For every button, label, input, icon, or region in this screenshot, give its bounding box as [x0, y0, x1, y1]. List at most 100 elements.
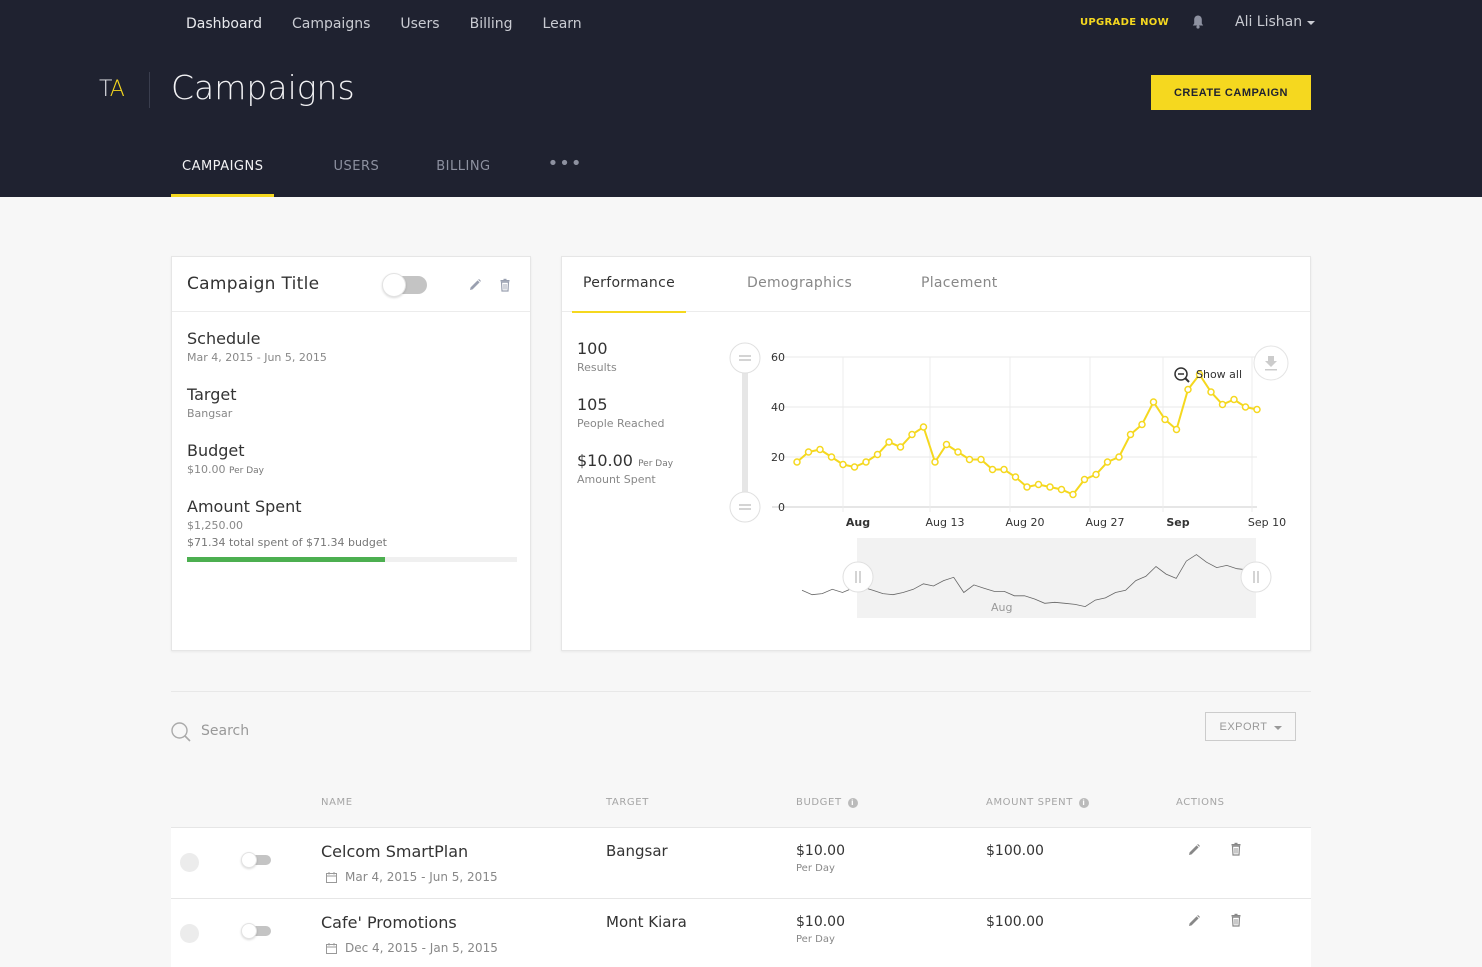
pencil-icon[interactable] — [1187, 914, 1201, 928]
y-tick-label: 20 — [771, 451, 785, 464]
data-point[interactable] — [954, 448, 962, 456]
nav-campaigns[interactable]: Campaigns — [292, 14, 370, 34]
data-point[interactable] — [942, 440, 951, 449]
export-button[interactable]: EXPORT — [1205, 712, 1296, 741]
data-point[interactable] — [816, 445, 824, 454]
download-icon[interactable] — [1253, 345, 1289, 381]
y-range-handle-bottom[interactable] — [729, 491, 761, 523]
data-point[interactable] — [931, 458, 939, 466]
data-point[interactable] — [1172, 425, 1181, 434]
campaign-card-header: Campaign Title — [172, 257, 530, 312]
navigator-handle-right[interactable] — [1240, 561, 1272, 593]
data-point[interactable] — [1080, 475, 1089, 484]
row-toggle[interactable] — [241, 852, 271, 868]
row-name[interactable]: Cafe' Promotions — [321, 913, 457, 932]
row-select-radio[interactable] — [180, 853, 199, 872]
data-point[interactable] — [988, 465, 997, 474]
data-point[interactable] — [862, 458, 870, 466]
header: Dashboard Campaigns Users Billing Learn … — [0, 0, 1482, 197]
x-tick-label: Aug 20 — [1006, 516, 1045, 529]
data-point[interactable] — [1218, 400, 1227, 409]
spend-progress-bar — [187, 557, 517, 562]
data-point[interactable] — [1241, 403, 1250, 411]
navigator-handle-left[interactable] — [842, 561, 874, 593]
search-input[interactable] — [201, 720, 601, 742]
column-name[interactable]: NAME — [321, 797, 353, 808]
campaign-card: Campaign Title Schedule Mar 4, 2015 - Ju… — [171, 256, 531, 651]
data-point[interactable] — [1253, 405, 1261, 414]
table-row[interactable]: Cafe' Promotions Dec 4, 2015 - Jan 5, 20… — [171, 898, 1311, 967]
nav-dashboard[interactable]: Dashboard — [186, 14, 262, 34]
data-point[interactable] — [1046, 483, 1054, 491]
zoom-out-icon[interactable] — [1174, 367, 1190, 383]
trash-icon[interactable] — [1229, 842, 1243, 856]
data-point[interactable] — [793, 458, 801, 466]
create-campaign-button[interactable]: CREATE CAMPAIGN — [1151, 75, 1311, 110]
y-range-track — [742, 362, 748, 507]
trash-icon[interactable] — [498, 278, 512, 292]
data-point[interactable] — [965, 455, 974, 464]
data-point[interactable] — [873, 450, 882, 459]
row-budget: $10.00 Per Day — [796, 843, 845, 874]
show-all-button[interactable]: Show all — [1196, 368, 1242, 381]
data-point[interactable] — [1103, 458, 1112, 466]
bell-icon[interactable] — [1192, 15, 1204, 29]
navigator-window[interactable] — [857, 538, 1256, 618]
column-amount-spent[interactable]: AMOUNT SPENT i — [986, 797, 1089, 808]
tab-campaigns[interactable]: CAMPAIGNS — [171, 155, 275, 197]
row-target: Mont Kiara — [606, 913, 687, 931]
info-icon[interactable]: i — [847, 797, 858, 808]
data-point[interactable] — [1207, 388, 1215, 396]
data-point[interactable] — [896, 443, 905, 451]
row-toggle[interactable] — [241, 923, 271, 939]
data-point[interactable] — [1069, 490, 1077, 499]
data-point[interactable] — [977, 455, 985, 464]
data-point[interactable] — [850, 463, 859, 471]
data-point[interactable] — [1057, 485, 1066, 494]
y-range-handle-top[interactable] — [729, 342, 761, 374]
data-point[interactable] — [1184, 385, 1192, 394]
performance-card: Performance Demographics Placement 100 R… — [561, 256, 1311, 651]
data-point[interactable] — [908, 430, 916, 439]
tab-users[interactable]: USERS — [322, 155, 390, 197]
table-row[interactable]: Celcom SmartPlan Mar 4, 2015 - Jun 5, 20… — [171, 827, 1311, 898]
row-amount-spent: $100.00 — [986, 914, 1044, 930]
y-tick-label: 60 — [771, 351, 785, 364]
row-select-radio[interactable] — [180, 924, 199, 943]
data-point[interactable] — [1161, 415, 1169, 424]
data-point[interactable] — [1034, 480, 1043, 489]
data-point[interactable] — [1149, 398, 1158, 406]
nav-learn[interactable]: Learn — [543, 14, 582, 34]
row-name[interactable]: Celcom SmartPlan — [321, 842, 468, 861]
data-point[interactable] — [827, 453, 836, 461]
data-point[interactable] — [804, 448, 813, 456]
pencil-icon[interactable] — [1187, 843, 1201, 857]
data-point[interactable] — [919, 423, 928, 431]
more-tabs-icon[interactable]: ••• — [537, 155, 594, 197]
data-point[interactable] — [1230, 395, 1238, 404]
data-point[interactable] — [1126, 430, 1135, 439]
campaign-toggle[interactable] — [382, 273, 427, 297]
data-point[interactable] — [885, 438, 893, 446]
x-tick-label: Sep — [1166, 516, 1189, 529]
data-point[interactable] — [1000, 465, 1008, 474]
column-budget[interactable]: BUDGET i — [796, 797, 858, 808]
data-point[interactable] — [1011, 473, 1020, 481]
data-point[interactable] — [839, 460, 847, 469]
pencil-icon[interactable] — [468, 278, 482, 292]
column-target[interactable]: TARGET — [606, 797, 649, 808]
data-point[interactable] — [1092, 470, 1100, 479]
nav-users[interactable]: Users — [400, 14, 439, 34]
upgrade-link[interactable]: UPGRADE NOW — [1080, 17, 1169, 28]
user-menu[interactable]: Ali Lishan — [1235, 14, 1316, 30]
nav-billing[interactable]: Billing — [470, 14, 513, 34]
logo: TA — [99, 77, 125, 102]
tab-billing[interactable]: BILLING — [425, 155, 501, 197]
data-point[interactable] — [1138, 420, 1146, 429]
info-icon[interactable]: i — [1078, 797, 1089, 808]
y-tick-label: 40 — [771, 401, 785, 414]
data-point[interactable] — [1115, 453, 1123, 461]
trash-icon[interactable] — [1229, 913, 1243, 927]
x-tick-label: Aug 27 — [1086, 516, 1125, 529]
data-point[interactable] — [1023, 483, 1031, 491]
